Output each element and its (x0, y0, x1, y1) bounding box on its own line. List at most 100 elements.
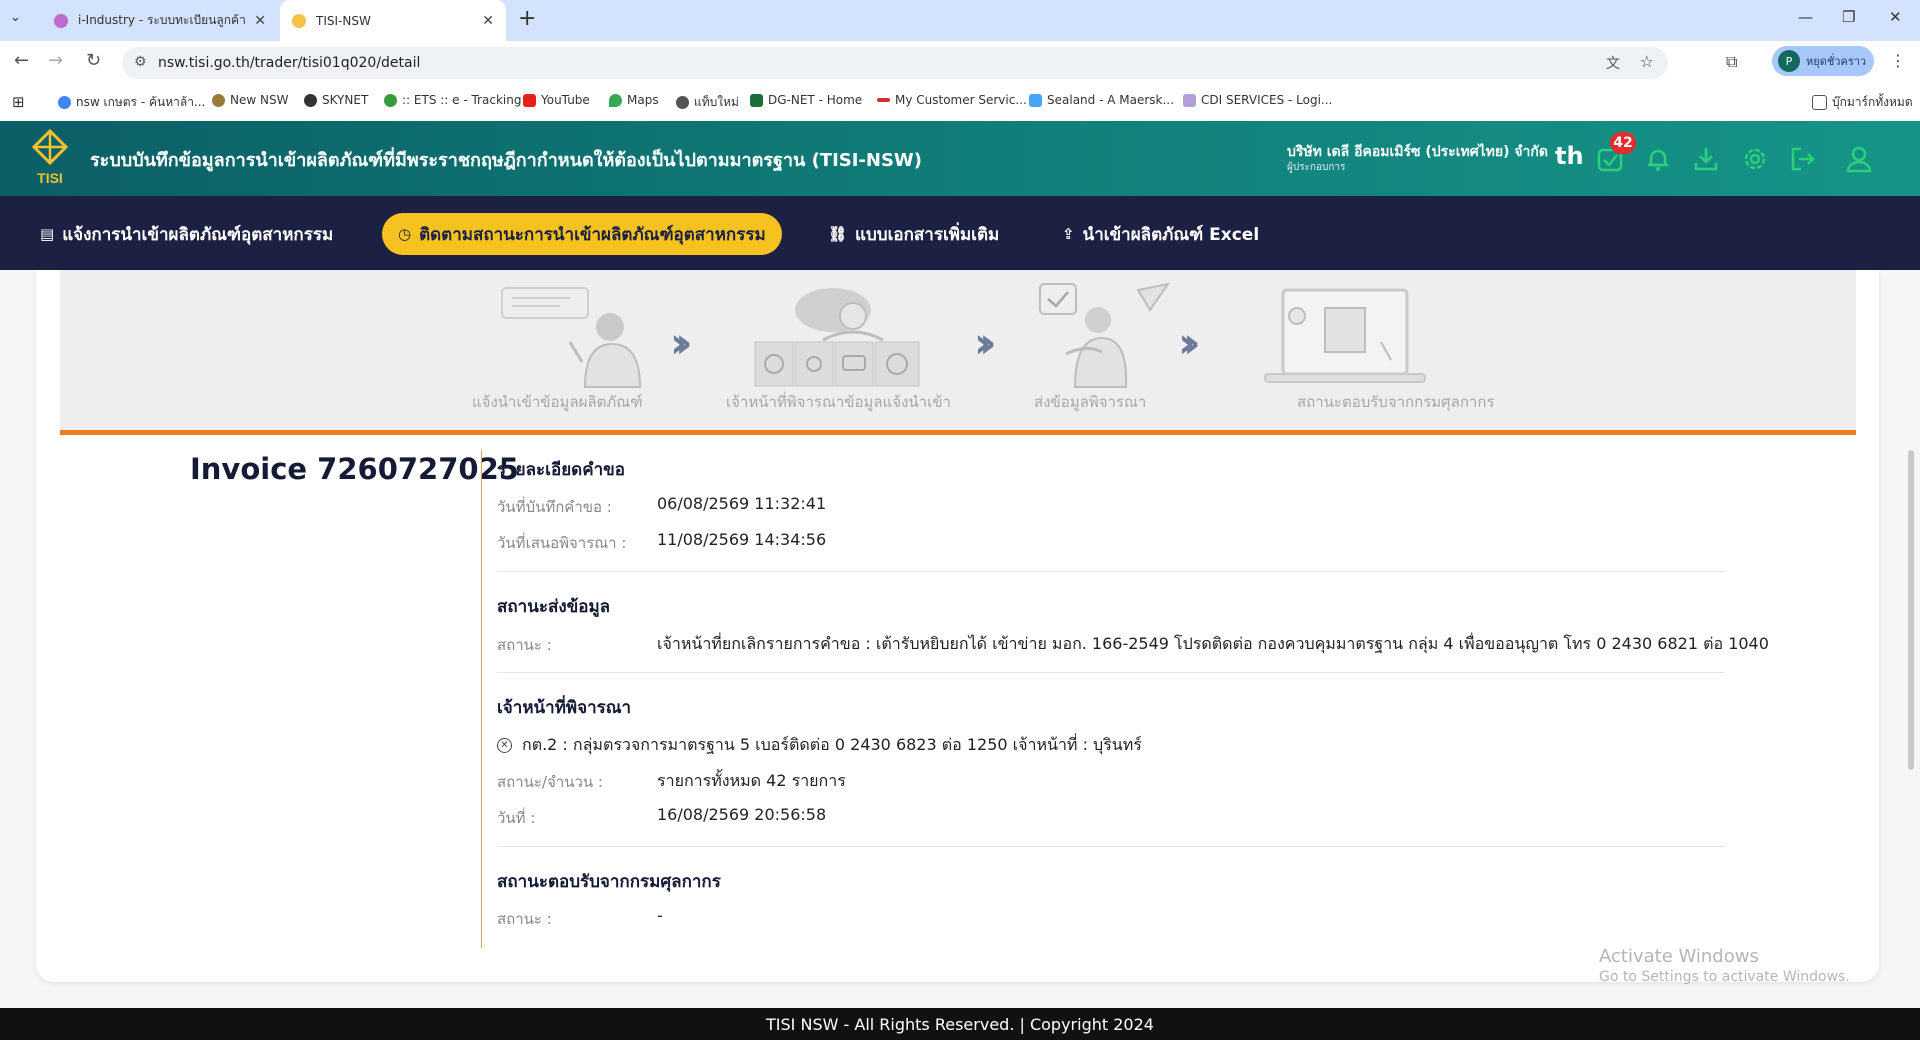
download-icon[interactable] (1692, 145, 1720, 173)
tab-i-industry[interactable]: i-Industry - ระบบทะเบียนลูกค้ากระ ✕ (42, 0, 278, 41)
officer-date-label: วันที่ : (497, 809, 536, 827)
app-title: ระบบบันทึกข้อมูลการนำเข้าผลิตภัณฑ์ที่มีพ… (90, 150, 923, 171)
all-bookmarks[interactable]: บุ๊กมาร์กทั้งหมด (1812, 93, 1913, 112)
send-status-heading: สถานะส่งข้อมูล (497, 597, 611, 617)
avatar: P (1778, 50, 1800, 72)
step-3-label: ส่งข้อมูลพิจารณา (1034, 393, 1147, 411)
tab-close-icon[interactable]: ✕ (482, 13, 494, 29)
tab-favicon-icon (292, 13, 306, 28)
bookmark-ets[interactable]: :: ETS :: e - Tracking (384, 93, 521, 107)
bookmark-new-tab[interactable]: แท็บใหม่ (676, 93, 739, 112)
windows-activation-watermark: Activate Windows Go to Settings to activ… (1599, 946, 1850, 985)
step-2-label: เจ้าหน้าที่พิจารณาข้อมูลแจ้งนำเข้า (726, 393, 951, 411)
tab-close-icon[interactable]: ✕ (254, 13, 266, 29)
link-icon: ⛓ (828, 225, 848, 243)
clock-icon: ◷ (398, 225, 412, 243)
bookmark-youtube[interactable]: YouTube (523, 93, 590, 107)
user-role: ผู้ประกอบการ (1287, 162, 1346, 173)
extensions-icon[interactable]: ⧉ (1726, 52, 1737, 72)
logout-icon[interactable] (1789, 145, 1817, 173)
customs-status-value: - (657, 906, 663, 925)
cdi-icon (1183, 93, 1196, 107)
submitted-date-label: วันที่เสนอพิจารณา : (497, 534, 627, 552)
bookmarks-bar: ⊞ nsw เกษตร - ค้นหาล้า... New NSW SKYNET… (0, 83, 1920, 122)
address-bar[interactable]: ⚙ nsw.tisi.go.th/trader/tisi01q020/detai… (122, 47, 1668, 79)
step-send-illustration (1039, 282, 1170, 388)
step-notify-illustration (501, 287, 642, 388)
tisi-logo[interactable]: TISI (28, 128, 72, 187)
customs-status-heading: สถานะตอบรับจากกรมศุลกากร (497, 872, 721, 892)
activate-line-1: Activate Windows (1599, 946, 1759, 967)
recorded-date-value: 06/08/2569 11:32:41 (657, 494, 827, 513)
app-header: TISI ระบบบันทึกข้อมูลการนำเข้าผลิตภัณฑ์ท… (0, 121, 1920, 196)
officer-heading: เจ้าหน้าที่พิจารณา (497, 698, 632, 718)
bookmark-nsw-agri[interactable]: nsw เกษตร - ค้นหาล้า... (58, 93, 205, 112)
chevron-right-icon: ›› (670, 318, 692, 367)
chevron-right-icon: ›› (1178, 318, 1200, 367)
globe-icon (304, 93, 317, 107)
address-url[interactable]: nsw.tisi.go.th/trader/tisi01q020/detail (158, 55, 420, 71)
dg-icon (750, 93, 763, 107)
timeline-line (481, 450, 482, 948)
google-icon (58, 96, 71, 109)
forward-icon[interactable]: → (48, 50, 63, 71)
chrome-icon (676, 96, 689, 109)
nsw-icon (212, 93, 225, 107)
main-nav: ▤ แจ้งการนำเข้าผลิตภัณฑ์อุตสาหกรรม ◷ ติด… (0, 196, 1920, 270)
restore-icon[interactable]: ❐ (1842, 8, 1855, 26)
section-divider (497, 846, 1725, 847)
step-4-label: สถานะตอบรับจากกรมศุลกากร (1297, 393, 1495, 411)
progress-divider (60, 430, 1856, 435)
tab-search-icon[interactable]: ⌄ (10, 10, 21, 25)
window-close-icon[interactable]: ✕ (1889, 8, 1902, 26)
bell-icon[interactable] (1644, 145, 1672, 173)
chevron-right-icon: ›› (974, 318, 996, 367)
invoice-title: Invoice 7260727025 (190, 452, 519, 486)
bookmark-skynet[interactable]: SKYNET (304, 93, 368, 107)
gear-icon[interactable] (1741, 145, 1769, 173)
count-status-label: สถานะ/จำนวน : (497, 773, 603, 791)
close-circle-icon: ✕ (497, 738, 512, 753)
user-profile-icon[interactable] (1845, 145, 1873, 173)
bookmark-sealand[interactable]: Sealand - A Maersk... (1029, 93, 1174, 107)
officer-date-value: 16/08/2569 20:56:58 (657, 805, 827, 824)
bookmark-new-nsw[interactable]: New NSW (212, 93, 288, 107)
step-customs-illustration (1264, 288, 1426, 383)
bookmark-star-icon[interactable]: ☆ (1640, 52, 1654, 71)
officer-info: กต.2 : กลุ่มตรวจการมาตรฐาน 5 เบอร์ติดต่อ… (522, 735, 1142, 754)
nav-import-excel[interactable]: ⇪ นำเข้าผลิตภัณฑ์ Excel (1062, 213, 1259, 255)
nav-track-status[interactable]: ◷ ติดตามสถานะการนำเข้าผลิตภัณฑ์อุตสาหกรร… (382, 213, 782, 255)
browser-menu-icon[interactable]: ⋮ (1890, 51, 1906, 70)
bookmark-maps[interactable]: Maps (609, 93, 659, 107)
bookmark-cdi[interactable]: CDI SERVICES - Logi... (1183, 93, 1332, 107)
youtube-icon (523, 93, 536, 107)
submitted-date-value: 11/08/2569 14:34:56 (657, 530, 827, 549)
bookmark-dg-net[interactable]: DG-NET - Home (750, 93, 862, 107)
reload-icon[interactable]: ↻ (86, 50, 101, 71)
nav-import-notify[interactable]: ▤ แจ้งการนำเข้าผลิตภัณฑ์อุตสาหกรรม (40, 213, 333, 255)
page-scrollbar[interactable] (1908, 450, 1914, 770)
language-switch[interactable]: th (1555, 142, 1584, 170)
profile-button[interactable]: P หยุดชั่วคราว (1772, 46, 1874, 76)
apps-grid-icon[interactable]: ⊞ (12, 93, 25, 111)
nav-additional-docs[interactable]: ⛓ แบบเอกสารเพิ่มเติม (828, 213, 999, 255)
back-icon[interactable]: ← (14, 50, 29, 71)
recorded-date-label: วันที่บันทึกคำขอ : (497, 498, 612, 516)
officer-line: ✕ กต.2 : กลุ่มตรวจการมาตรฐาน 5 เบอร์ติดต… (497, 733, 1142, 758)
step-review-illustration (754, 288, 920, 387)
send-status-label: สถานะ : (497, 636, 552, 654)
request-details-heading: รายละเอียดคำขอ (497, 460, 625, 480)
minimize-icon[interactable]: — (1798, 8, 1813, 26)
bookmark-customer-service[interactable]: My Customer Servic... (877, 93, 1027, 107)
process-steps: แจ้งนำเข้าข้อมูลผลิตภัณฑ์ ›› เจ้าหน้าที่… (60, 270, 1856, 432)
upload-icon: ⇪ (1062, 225, 1075, 243)
tab-favicon-icon (54, 13, 68, 28)
document-icon: ▤ (40, 225, 55, 243)
browser-tabstrip: ⌄ i-Industry - ระบบทะเบียนลูกค้ากระ ✕ TI… (0, 0, 1920, 41)
translate-icon[interactable]: 文 (1606, 53, 1620, 73)
count-status-value: รายการทั้งหมด 42 รายการ (657, 771, 846, 790)
tab-tisi-nsw[interactable]: TISI-NSW ✕ (280, 0, 506, 41)
site-info-icon[interactable]: ⚙ (134, 54, 147, 70)
airline-icon (877, 98, 890, 102)
new-tab-icon[interactable]: + (518, 6, 536, 31)
